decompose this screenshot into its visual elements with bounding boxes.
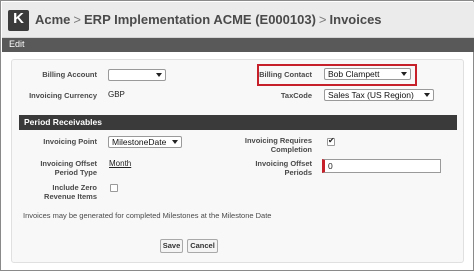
breadcrumb-root[interactable]: Acme bbox=[35, 12, 70, 27]
requires-completion-label-line2: Completion bbox=[270, 145, 312, 154]
offset-period-type-link[interactable]: Month bbox=[109, 159, 131, 168]
checkmark-icon: ✔ bbox=[328, 136, 335, 145]
requires-completion-checkbox[interactable]: ✔ bbox=[327, 136, 335, 146]
requires-completion-label-line1: Invoicing Requires bbox=[244, 136, 312, 145]
offset-periods-label: Invoicing Offset Periods bbox=[231, 159, 312, 177]
breadcrumb-project[interactable]: ERP Implementation ACME (E000103) bbox=[84, 12, 316, 27]
tax-code-select[interactable]: Sales Tax (US Region) bbox=[324, 89, 434, 101]
tax-code-value: Sales Tax (US Region) bbox=[328, 90, 414, 100]
invoicing-currency-value: GBP bbox=[108, 90, 125, 99]
period-receivables-title: Period Receivables bbox=[24, 117, 102, 127]
offset-period-type-label-line2: Period Type bbox=[54, 168, 97, 177]
page-header: K Acme > ERP Implementation ACME (E00010… bbox=[2, 2, 474, 38]
app-logo: K bbox=[8, 10, 29, 31]
chevron-down-icon bbox=[424, 93, 430, 97]
breadcrumb-separator: > bbox=[73, 12, 82, 27]
invoicing-point-label: Invoicing Point bbox=[43, 137, 97, 146]
chevron-down-icon bbox=[156, 73, 162, 77]
invoicing-currency-label: Invoicing Currency bbox=[29, 91, 97, 100]
invoicing-point-value: MilestoneDate bbox=[112, 137, 167, 147]
milestone-note: Invoices may be generated for completed … bbox=[23, 211, 272, 220]
chevron-down-icon bbox=[172, 140, 178, 144]
invoicing-point-select[interactable]: MilestoneDate bbox=[108, 136, 182, 148]
breadcrumb: Acme > ERP Implementation ACME (E000103)… bbox=[35, 12, 382, 27]
breadcrumb-separator: > bbox=[318, 12, 327, 27]
include-zero-label-line1: Include Zero bbox=[52, 183, 97, 192]
edit-bar-label: Edit bbox=[9, 39, 25, 49]
offset-periods-label-line1: Invoicing Offset bbox=[255, 159, 312, 168]
logo-letter: K bbox=[13, 10, 24, 27]
breadcrumb-page: Invoices bbox=[329, 12, 382, 27]
billing-contact-label: Billing Contact bbox=[259, 70, 312, 79]
billing-contact-value: Bob Clampett bbox=[328, 69, 380, 79]
edit-bar: Edit bbox=[2, 38, 474, 52]
include-zero-label-line2: Revenue Items bbox=[44, 192, 97, 201]
include-zero-label: Include Zero Revenue Items bbox=[21, 183, 97, 201]
offset-periods-label-line2: Periods bbox=[284, 168, 312, 177]
chevron-down-icon bbox=[401, 72, 407, 76]
app-window: K Acme > ERP Implementation ACME (E00010… bbox=[0, 0, 474, 271]
cancel-button[interactable]: Cancel bbox=[187, 239, 218, 253]
offset-periods-input[interactable]: 0 bbox=[322, 159, 441, 173]
period-receivables-header: Period Receivables bbox=[19, 115, 457, 130]
include-zero-checkbox[interactable] bbox=[110, 184, 118, 192]
offset-period-type-label-line1: Invoicing Offset bbox=[40, 159, 97, 168]
offset-period-type-label: Invoicing Offset Period Type bbox=[21, 159, 97, 177]
billing-contact-select[interactable]: Bob Clampett bbox=[324, 68, 411, 80]
requires-completion-label: Invoicing Requires Completion bbox=[231, 136, 312, 154]
billing-account-label: Billing Account bbox=[42, 70, 97, 79]
save-button[interactable]: Save bbox=[160, 239, 183, 253]
tax-code-label: TaxCode bbox=[280, 91, 312, 100]
billing-account-select[interactable] bbox=[108, 69, 166, 81]
